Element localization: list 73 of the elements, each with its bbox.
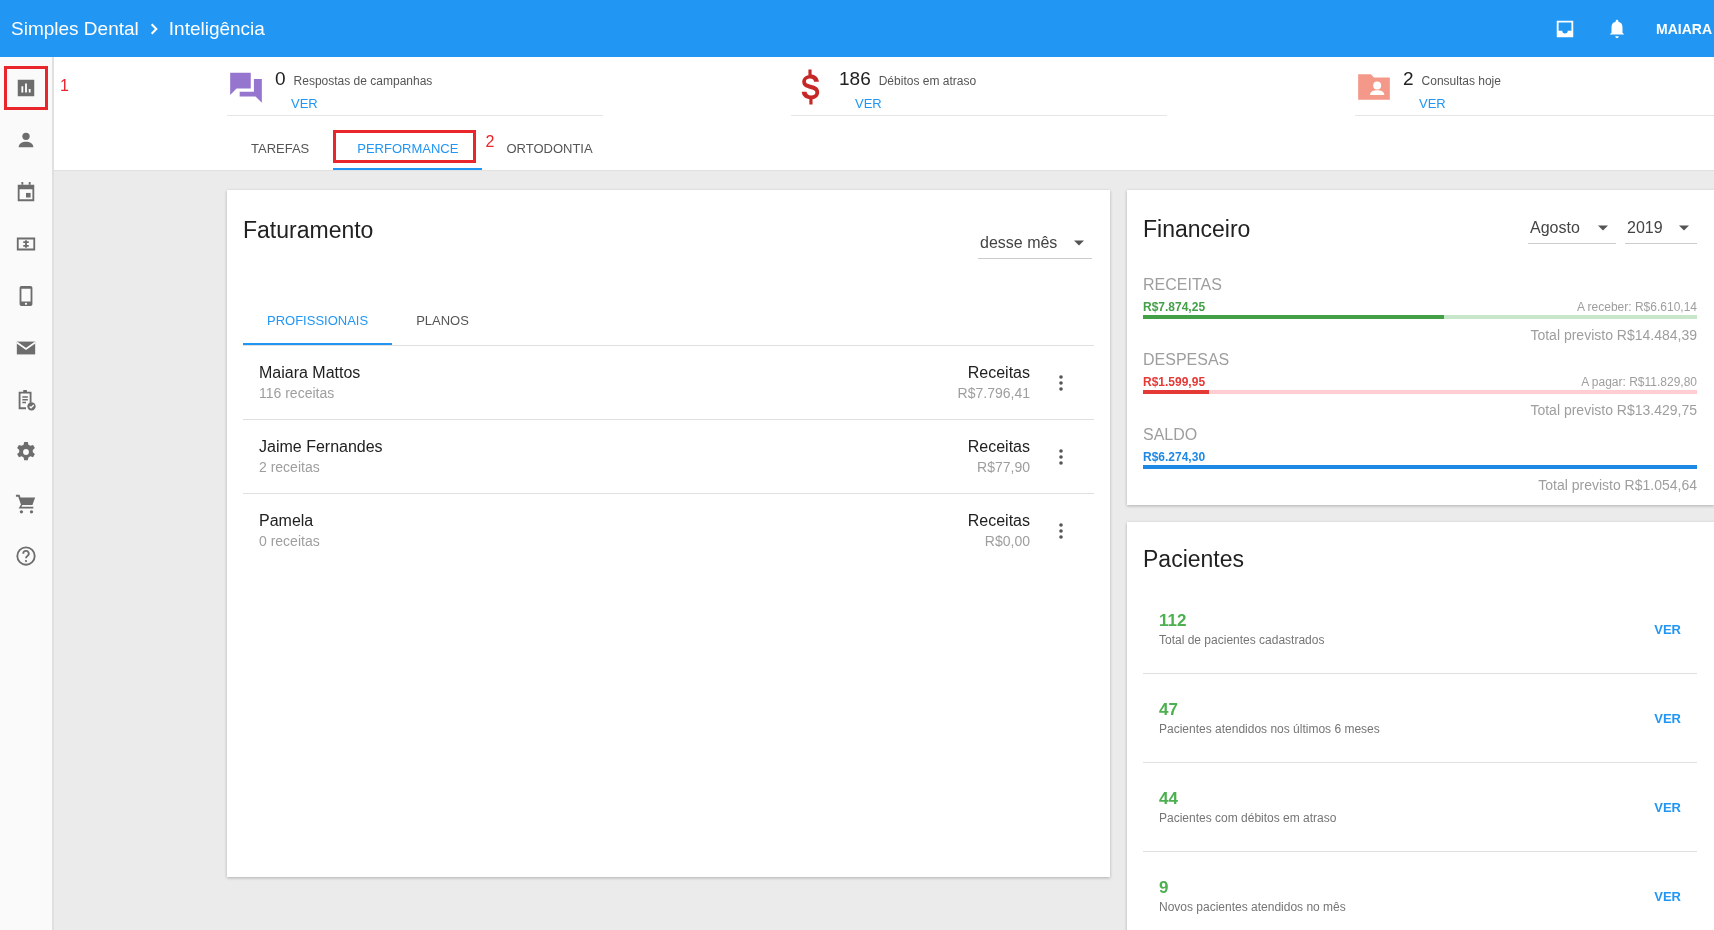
amount-value: R$6.274,30 (1143, 450, 1206, 464)
stat-count: 0 (275, 68, 286, 90)
patient-metric-label: Pacientes com débitos em atraso (1159, 811, 1337, 825)
patient-metric-label: Pacientes atendidos nos últimos 6 meses (1159, 722, 1380, 736)
more-vertical-icon (1059, 522, 1063, 539)
calendar-icon (15, 181, 37, 203)
metric-label: Receitas (967, 512, 1030, 530)
receipt-count: 0 receitas (259, 533, 321, 549)
professional-name: Jaime Fernandes (259, 438, 384, 456)
section-label: RECEITAS (1143, 276, 1223, 294)
year-select[interactable]: 2019 (1625, 216, 1697, 244)
patient-count: 44 (1159, 789, 1179, 809)
card-title: Faturamento (243, 217, 374, 245)
annotation-label: 1 (60, 78, 69, 94)
receipt-count: 116 receitas (259, 385, 336, 401)
professional-name: Pamela (259, 512, 315, 530)
view-link[interactable]: VER (1654, 621, 1681, 637)
amount-value: R$1.599,95 (1143, 375, 1206, 389)
patient-metric-label: Total de pacientes cadastrados (1159, 633, 1325, 647)
select-value: Agosto (1530, 218, 1580, 237)
stat-count: 186 (839, 68, 871, 90)
card-title: Financeiro (1143, 216, 1252, 243)
amount-value: R$77,90 (977, 459, 1030, 475)
user-menu[interactable]: MAIARA (1656, 20, 1712, 37)
section-label: DESPESAS (1143, 351, 1231, 369)
more-vertical-icon (1059, 374, 1063, 391)
view-link[interactable]: VER (1419, 96, 1446, 111)
bar-chart-icon (15, 77, 37, 99)
month-select[interactable]: Agosto (1528, 216, 1616, 244)
section-label: SALDO (1143, 426, 1199, 444)
help-icon (15, 545, 37, 567)
caret-down-icon (1598, 224, 1608, 231)
patient-count: 47 (1159, 700, 1179, 720)
amount-value: R$0,00 (984, 533, 1030, 549)
view-link[interactable]: VER (1654, 710, 1681, 726)
caret-down-icon (1074, 239, 1084, 246)
breadcrumb-link[interactable]: Simples Dental (11, 17, 139, 40)
metric-label: Receitas (967, 364, 1030, 382)
annotation-label: 2 (485, 134, 495, 150)
view-link[interactable]: VER (855, 96, 882, 111)
amount-value: R$7.874,25 (1143, 300, 1206, 314)
annotation-box (4, 66, 48, 110)
stat-label: Respostas de campanhas (293, 74, 433, 88)
stat-count: 2 (1403, 68, 1414, 90)
metric-label: Receitas (967, 438, 1030, 456)
tab[interactable]: PLANOS (392, 297, 493, 345)
patient-metric-label: Novos pacientes atendidos no mês (1159, 900, 1346, 914)
forecast-total: Total previsto R$14.484,39 (1529, 327, 1697, 343)
period-select[interactable]: desse mês (978, 231, 1092, 259)
patient-count: 112 (1159, 611, 1188, 631)
forecast-total: Total previsto R$13.429,75 (1529, 402, 1697, 418)
view-link[interactable]: VER (1654, 799, 1681, 815)
more-vertical-icon (1059, 448, 1063, 465)
stat-label: Consultas hoje (1421, 74, 1501, 88)
view-link[interactable]: VER (291, 96, 318, 111)
card-title: Pacientes (1143, 546, 1245, 573)
patient-count: 9 (1159, 878, 1170, 898)
tab[interactable]: PROFISSIONAIS (243, 297, 393, 345)
stat-label: Débitos em atraso (878, 74, 977, 88)
pending-amount: A receber: R$6.610,14 (1576, 300, 1697, 314)
cart-icon (15, 493, 37, 515)
breadcrumb-link[interactable]: Inteligência (168, 17, 265, 40)
view-link[interactable]: VER (1654, 888, 1681, 904)
tab[interactable]: TAREFAS (227, 128, 334, 170)
pending-amount: A pagar: R$11.829,80 (1581, 375, 1697, 389)
select-value: 2019 (1627, 218, 1663, 237)
professional-name: Maiara Mattos (259, 364, 362, 382)
amount-value: R$7.796,41 (957, 385, 1030, 401)
gear-icon (15, 441, 37, 463)
forecast-total: Total previsto R$1.054,64 (1537, 477, 1697, 493)
receipt-count: 2 receitas (259, 459, 321, 475)
caret-down-icon (1679, 224, 1689, 231)
select-value: desse mês (980, 233, 1058, 252)
